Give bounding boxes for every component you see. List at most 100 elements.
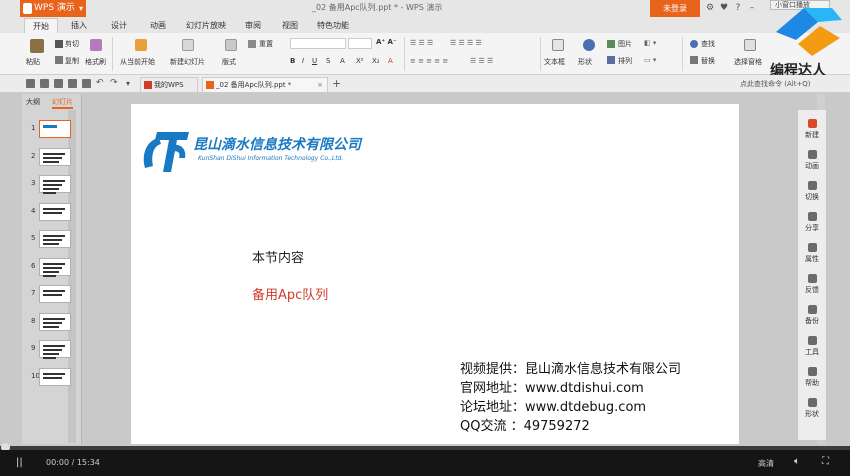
slide-thumbnail[interactable] [39,147,71,166]
shadow-icon[interactable]: S [326,57,330,65]
sidebar-item-shape[interactable]: 形状 [798,395,826,423]
slide-thumbnail[interactable] [39,120,71,138]
shirt-icon[interactable]: ♥ [718,2,730,14]
redo-icon[interactable]: ↷ [110,79,119,88]
find-button[interactable]: 查找 [701,39,715,49]
settings-icon[interactable]: ⚙ [704,2,716,14]
superscript-icon[interactable]: X² [356,57,364,65]
slide-thumbnail[interactable] [39,312,71,331]
format-painter-icon[interactable] [90,39,102,51]
slide-thumbnail[interactable] [39,257,71,277]
sidebar-item-animation[interactable]: 动画 [798,147,826,175]
strikethrough-icon[interactable]: A [340,57,345,65]
shape-icon[interactable] [583,39,595,51]
tab-home[interactable]: 开始 [24,18,58,33]
add-tab-button[interactable]: + [332,77,341,90]
new-slide-button[interactable]: 新建幻灯片 [170,57,205,67]
tab-outline[interactable]: 大纲 [26,96,40,109]
replace-icon[interactable] [690,56,698,64]
help-icon[interactable]: ? [732,2,744,14]
reset-button[interactable]: 重置 [259,39,273,49]
copy-icon[interactable] [55,56,63,64]
font-color-icon[interactable]: A [388,57,393,65]
textbox-icon[interactable] [552,39,564,51]
sidebar-item-feedback[interactable]: 反馈 [798,271,826,299]
paste-icon[interactable] [30,39,44,53]
paste-button[interactable]: 粘贴 [26,57,40,67]
font-name-select[interactable] [290,38,346,49]
tab-view[interactable]: 视图 [275,18,305,33]
sidebar-item-help[interactable]: 帮助 [798,364,826,392]
tab-my-wps[interactable]: 我的WPS [140,77,198,92]
quality-button[interactable]: 高清 [758,458,774,469]
slide-thumbnail[interactable] [39,340,71,359]
slide-thumbnail[interactable] [39,230,71,248]
italic-icon[interactable]: I [302,57,304,65]
cut-button[interactable]: 剪切 [65,39,79,49]
login-button[interactable]: 未登录 [650,0,700,17]
arrange-button[interactable]: 排列 [618,56,632,66]
subscript-icon[interactable]: X₂ [372,57,380,65]
select-pane-icon[interactable] [744,39,756,51]
reset-icon[interactable] [248,40,256,48]
replace-button[interactable]: 替换 [701,56,715,66]
sidebar-item-tools[interactable]: 工具 [798,333,826,361]
format-painter-button[interactable]: 格式刷 [85,57,106,67]
bold-icon[interactable]: B [290,57,295,65]
layout-icon[interactable] [225,39,237,51]
underline-icon[interactable]: U [312,57,317,65]
save-icon[interactable] [26,79,35,88]
arrange-icon[interactable] [607,56,615,64]
slide-thumbnail[interactable] [39,202,71,221]
print-icon[interactable] [54,79,63,88]
indent-icon[interactable]: ☰ ☰ ☰ ☰ [450,39,482,47]
font-size-select[interactable] [348,38,372,49]
volume-icon[interactable]: 🔈︎ [794,456,800,467]
outline-icon[interactable]: ▭ ▾ [644,56,656,64]
app-menu-button[interactable]: WPS 演示 ▾ [20,0,86,17]
tab-insert[interactable]: 插入 [64,18,94,33]
tab-document[interactable]: _02 备用Apc队列.ppt * × [202,77,328,92]
play-from-current-icon[interactable] [135,39,147,51]
play-from-current-button[interactable]: 从当前开始 [120,57,155,67]
tab-special[interactable]: 特色功能 [312,18,354,33]
save-as-icon[interactable] [40,79,49,88]
bullets-icon[interactable]: ☰ ☰ ☰ [410,39,433,47]
sidebar-item-backup[interactable]: 备份 [798,302,826,330]
cut-icon[interactable] [55,40,63,48]
textbox-button[interactable]: 文本框 [544,57,565,67]
picture-button[interactable]: 图片 [618,39,632,49]
fill-icon[interactable]: ◧ ▾ [644,39,656,47]
undo-icon[interactable]: ↶ [96,79,105,88]
print-preview-icon[interactable] [68,79,77,88]
spacing-icon[interactable]: ☰ ☰ ☰ [470,57,493,65]
tab-slideshow[interactable]: 幻灯片放映 [181,18,231,33]
fullscreen-icon[interactable]: ⛶ [822,456,829,467]
layout-button[interactable]: 版式 [222,57,236,67]
chevron-down-icon[interactable]: ▾ [126,79,135,88]
picture-icon[interactable] [607,40,615,48]
tab-design[interactable]: 设计 [104,18,134,33]
slide-thumbnail[interactable] [39,175,71,194]
tab-review[interactable]: 审阅 [238,18,268,33]
command-search[interactable]: 点此查找命令 (Alt+Q) [740,79,811,89]
sidebar-item-properties[interactable]: 属性 [798,240,826,268]
slide-thumbnail[interactable] [39,285,71,303]
close-icon[interactable]: × [317,78,323,93]
shape-button[interactable]: 形状 [578,57,592,67]
tab-slides[interactable]: 幻灯片 [52,96,73,109]
sidebar-item-share[interactable]: 分享 [798,209,826,237]
copy-button[interactable]: 复制 [65,56,79,66]
slide-thumbnail[interactable] [39,367,71,386]
sidebar-item-new[interactable]: 新建 [798,116,826,144]
sidebar-item-transition[interactable]: 切换 [798,178,826,206]
new-slide-icon[interactable] [182,39,194,51]
align-icon[interactable]: ≡ ≡ ≡ ≡ ≡ [410,57,448,65]
play-pause-button[interactable]: || [16,457,23,468]
select-pane-button[interactable]: 选择窗格 [734,57,762,67]
export-pdf-icon[interactable] [82,79,91,88]
minimize-icon[interactable]: – [746,2,758,14]
tab-animation[interactable]: 动画 [143,18,173,33]
grow-font-icon[interactable]: A⁺ A⁻ [376,38,397,46]
find-icon[interactable] [690,40,698,48]
